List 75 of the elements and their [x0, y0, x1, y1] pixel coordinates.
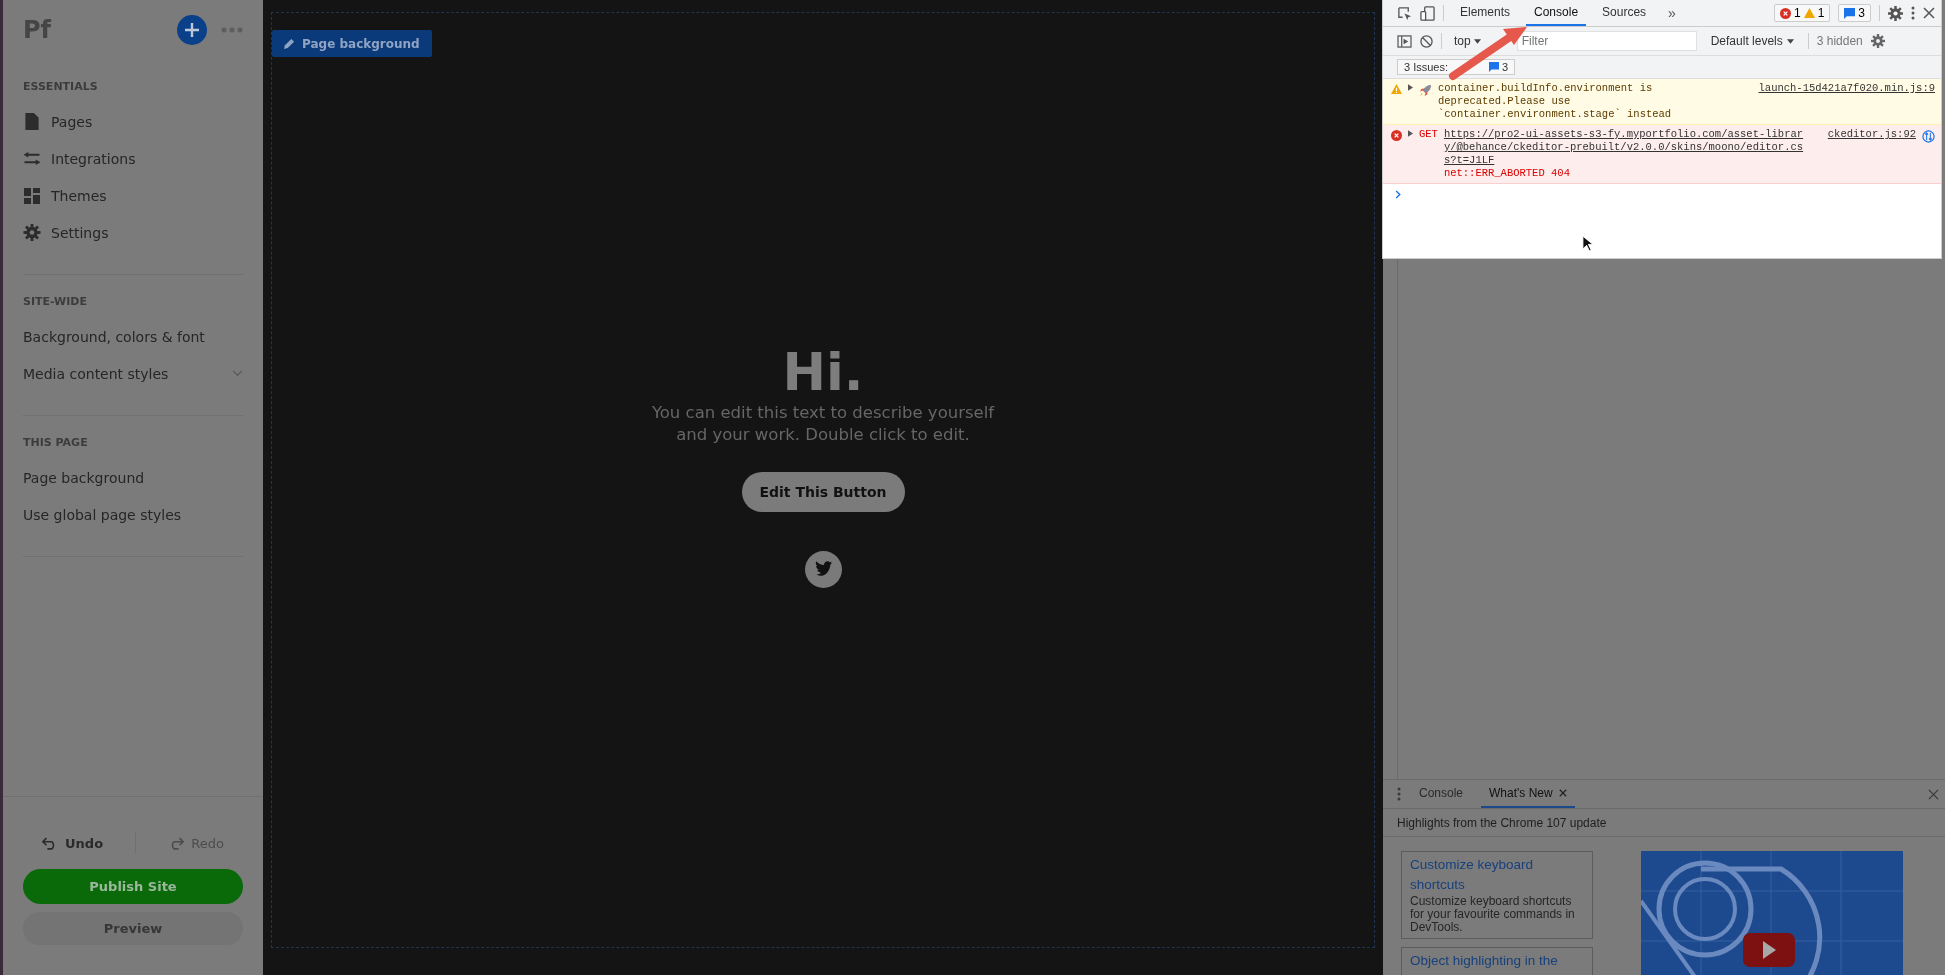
error-count: 1 — [1793, 6, 1801, 20]
message-icon — [1489, 62, 1500, 72]
section-heading: SITE-WIDE — [23, 294, 88, 310]
close-icon[interactable] — [1928, 788, 1939, 800]
source-link[interactable]: ckeditor.js:92 — [1827, 128, 1916, 180]
error-icon — [1391, 130, 1402, 141]
device-icon[interactable] — [1420, 5, 1435, 21]
page-icon — [23, 113, 41, 130]
card-title-link[interactable]: Object highlighting in the — [1410, 951, 1584, 971]
source-link[interactable]: launch-15d421a7f020.min.js:9 — [1758, 82, 1935, 121]
sidebar-item[interactable]: Background, colors & font — [23, 318, 243, 355]
caret-icon — [1473, 38, 1481, 44]
expand-icon[interactable] — [1408, 130, 1413, 137]
bird-icon[interactable] — [804, 551, 842, 588]
url-link[interactable]: https://pro2-ui-assets-s3-fy.myportfolio.com/asset-library/@behance/ckeditor-prebuilt/v2.0.0/skins/moono/editor.css?t=J1LF — [1443, 128, 1814, 167]
error-status: net::ERR_ABORTED 404 — [1443, 167, 1570, 180]
message-text: container.buildInfo.environment is deprecated.Please use `container.environment.stage` instead — [1438, 82, 1673, 121]
page-background-button[interactable]: Page background — [272, 30, 432, 57]
network-icon[interactable] — [1922, 130, 1935, 143]
card-text: Customize keyboard shortcuts for your favourite commands in DevTools. — [1410, 895, 1576, 934]
publish-button[interactable]: Publish Site — [23, 869, 243, 904]
sidebar-item[interactable]: Pages — [23, 103, 243, 140]
close-icon[interactable] — [1923, 7, 1935, 19]
undo-button[interactable]: Undo — [36, 834, 110, 852]
panel-tab[interactable]: Console — [1526, 0, 1587, 26]
kebab-menu-icon[interactable] — [1911, 6, 1915, 20]
rocket-icon — [1419, 84, 1432, 97]
prompt-icon[interactable] — [1395, 190, 1401, 199]
close-icon[interactable] — [1558, 789, 1567, 797]
context-dropdown[interactable]: top — [1450, 34, 1485, 48]
edit-button[interactable]: Edit This Button — [741, 472, 905, 512]
drawer-tab[interactable]: Console — [1411, 780, 1472, 808]
expand-icon[interactable] — [1408, 84, 1413, 91]
settings-icon[interactable] — [1888, 5, 1903, 21]
panel-tab[interactable]: Elements — [1452, 0, 1519, 26]
settings-icon[interactable] — [1870, 34, 1885, 48]
sidebar-item[interactable]: Integrations — [23, 140, 243, 177]
section-heading: ESSENTIALS — [23, 79, 99, 95]
error-icon — [1779, 7, 1791, 19]
sidebar-item[interactable]: Page background — [23, 459, 243, 496]
message-counter[interactable]: 3 — [1838, 4, 1871, 22]
drawer-headline: Highlights from the Chrome 107 update — [1383, 809, 1945, 837]
arrows-icon — [23, 151, 41, 166]
message-method: GET — [1419, 128, 1438, 142]
hidden-count: 3 hidden — [1816, 34, 1863, 48]
message-count: 3 — [1858, 6, 1865, 20]
section-heading: THIS PAGE — [23, 435, 89, 451]
preview-button[interactable]: Preview — [23, 912, 243, 945]
inspect-icon[interactable] — [1397, 5, 1412, 21]
caret-icon — [1786, 38, 1794, 44]
settings-icon — [23, 224, 41, 241]
add-icon[interactable] — [177, 15, 207, 45]
warning-count: 1 — [1817, 6, 1825, 20]
warning-icon — [1391, 84, 1402, 95]
sidebar-item[interactable]: Use global page styles — [23, 496, 243, 533]
sidebar-item[interactable]: Settings — [23, 214, 243, 251]
heading: Hi. — [782, 342, 864, 402]
layout-icon — [23, 187, 41, 204]
levels-dropdown[interactable]: Default levels — [1704, 33, 1800, 49]
warning-icon — [1803, 7, 1815, 19]
issue-counter[interactable]: 1 1 — [1773, 4, 1831, 22]
intro-text: You can edit this text to describe yourself and your work. Double click to edit. — [650, 402, 996, 446]
panel-tab[interactable]: Sources — [1594, 0, 1655, 26]
drawer-tab[interactable]: What's New — [1481, 780, 1575, 808]
message-icon — [1844, 7, 1856, 19]
cursor-icon — [1582, 235, 1593, 252]
sidebar-toggle-icon[interactable] — [1397, 34, 1412, 48]
clear-icon[interactable] — [1420, 34, 1433, 48]
sidebar-item[interactable]: Media content styles — [23, 355, 243, 392]
filter-field[interactable]: Filter — [1516, 31, 1697, 51]
more-tabs-button[interactable]: » — [1662, 4, 1682, 22]
pencil-icon — [284, 38, 295, 49]
card-title-link[interactable]: Customize keyboard shortcuts — [1410, 855, 1584, 895]
kebab-menu-icon[interactable] — [1397, 787, 1401, 801]
sidebar-item[interactable]: Themes — [23, 177, 243, 214]
